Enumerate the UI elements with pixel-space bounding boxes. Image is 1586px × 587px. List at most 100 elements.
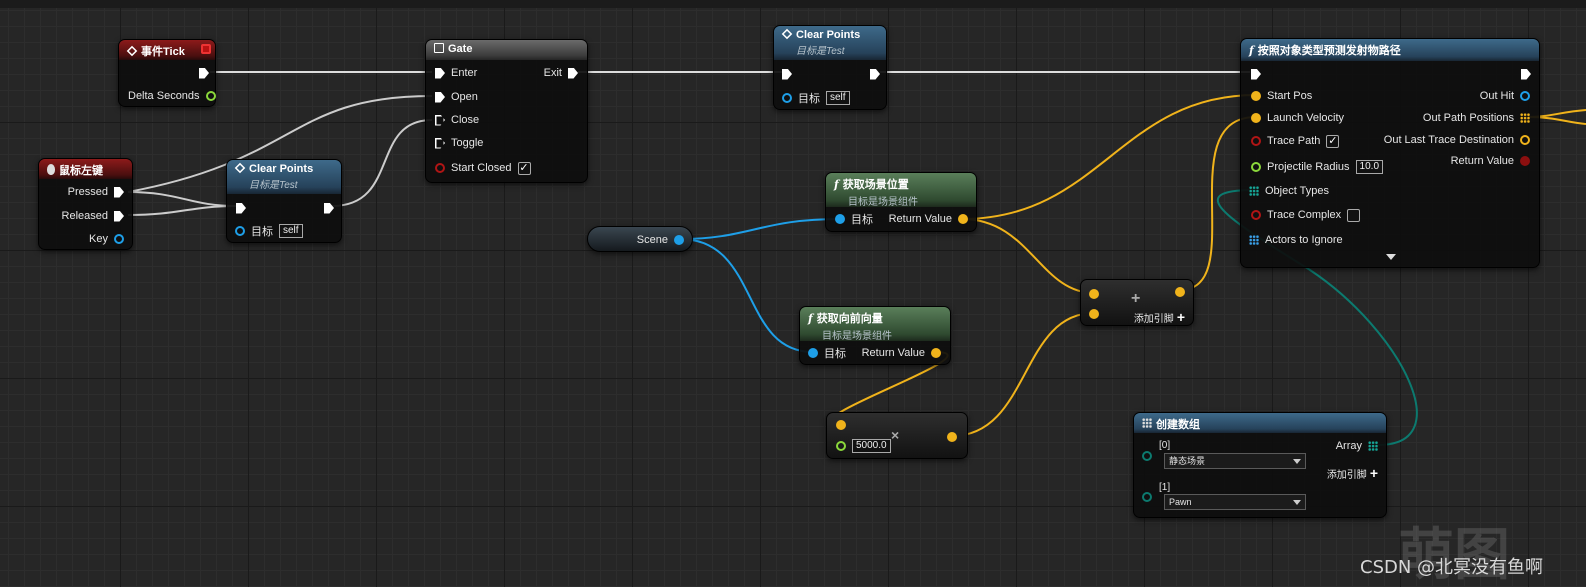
make-array-icon — [1142, 418, 1152, 428]
gate-header: Gate — [426, 40, 587, 60]
vector-pin-icon — [1251, 113, 1261, 123]
multiply-icon: × — [891, 427, 900, 443]
get-forward-vector-header: f 获取向前向量 目标是场景组件 — [800, 307, 950, 342]
exec-out-pin[interactable] — [870, 66, 880, 82]
vector-in-pin[interactable] — [836, 417, 846, 433]
exec-out-pin[interactable] — [199, 65, 209, 81]
exec-out-pin[interactable] — [324, 200, 334, 216]
float-pin-icon — [205, 91, 216, 101]
open-pin[interactable]: Open — [435, 89, 478, 105]
trace-path-pin[interactable]: Trace Path ✓ — [1251, 133, 1340, 149]
event-tick-header: 事件Tick — [119, 40, 215, 60]
vector-b-pin[interactable] — [1089, 306, 1099, 322]
plus-icon: + — [1369, 465, 1378, 481]
projectile-radius-pin[interactable]: Projectile Radius 10.0 — [1251, 159, 1384, 175]
gate-node[interactable]: Gate Enter Exit Open Close Toggle Start … — [425, 39, 588, 183]
out-path-positions-pin[interactable]: Out Path Positions — [1423, 110, 1530, 126]
start-closed-checkbox[interactable]: ✓ — [517, 161, 531, 175]
close-pin[interactable]: Close — [435, 112, 479, 128]
bool-pin-icon — [1251, 210, 1261, 220]
struct-pin-icon — [1520, 91, 1530, 101]
element-1-dropdown[interactable]: Pawn — [1164, 494, 1306, 510]
trace-complex-checkbox[interactable] — [1347, 208, 1361, 222]
exec-in-pin[interactable] — [782, 66, 792, 82]
array-output-pin[interactable]: Array — [1336, 438, 1378, 454]
clear-points-node-1[interactable]: Clear Points 目标是Test 目标 self — [226, 159, 342, 243]
object-pin-icon — [674, 235, 684, 245]
function-diamond-icon — [234, 162, 246, 174]
released-pin[interactable]: Released — [62, 208, 124, 224]
make-array-node[interactable]: 创建数组 [0] 静态场景 [1] Pawn Array 添加引脚 + — [1133, 412, 1387, 518]
target-pin[interactable]: 目标 — [808, 345, 846, 361]
object-type-pin-icon — [1142, 492, 1152, 502]
get-world-location-header: f 获取场景位置 目标是场景组件 — [826, 173, 976, 208]
enter-pin[interactable]: Enter — [435, 65, 477, 81]
out-hit-pin[interactable]: Out Hit — [1480, 88, 1530, 104]
key-pin[interactable]: Key — [89, 231, 124, 247]
watermark-text: CSDN @北冥没有鱼啊 — [1360, 557, 1544, 578]
event-tick-node[interactable]: 事件Tick Delta Seconds — [118, 39, 216, 107]
float-in-pin[interactable]: 5000.0 — [836, 438, 891, 454]
start-pos-pin[interactable]: Start Pos — [1251, 88, 1312, 104]
chevron-down-icon — [1293, 500, 1301, 505]
pressed-pin[interactable]: Pressed — [68, 184, 124, 200]
clear-points-header: Clear Points 目标是Test — [774, 26, 886, 60]
multiplier-field[interactable]: 5000.0 — [852, 439, 891, 453]
add-icon: + — [1131, 290, 1141, 307]
exec-in-pin[interactable] — [236, 200, 246, 216]
expand-advanced-icon[interactable] — [1386, 254, 1396, 260]
vector-pin-icon — [931, 348, 941, 358]
exec-in-pin[interactable] — [1251, 66, 1261, 82]
toggle-pin[interactable]: Toggle — [435, 135, 483, 151]
projectile-radius-field[interactable]: 10.0 — [1355, 160, 1384, 174]
scene-variable-node[interactable]: Scene — [587, 226, 693, 252]
mouse-icon — [47, 164, 55, 175]
node-title: 事件Tick — [141, 46, 185, 58]
element-0-pin[interactable] — [1142, 448, 1152, 464]
return-value-pin[interactable]: Return Value — [1451, 153, 1530, 169]
bool-pin-icon — [435, 163, 445, 173]
vector-out-pin[interactable] — [947, 429, 957, 445]
scene-output-pin[interactable]: Scene — [637, 232, 684, 248]
target-pin[interactable]: 目标 self — [782, 90, 850, 106]
start-closed-pin[interactable]: Start Closed ✓ — [435, 160, 531, 176]
object-pin-icon — [835, 214, 845, 224]
element-1-pin[interactable] — [1142, 489, 1152, 505]
bool-pin-icon — [1520, 156, 1530, 166]
vector-out-pin[interactable] — [1175, 284, 1185, 300]
trace-path-checkbox[interactable]: ✓ — [1326, 134, 1340, 148]
actors-to-ignore-pin[interactable]: Actors to Ignore — [1249, 232, 1343, 248]
add-pin-button[interactable]: 添加引脚 + — [1134, 309, 1185, 325]
delegate-pin-icon[interactable] — [201, 44, 211, 54]
target-pin[interactable]: 目标 — [835, 211, 873, 227]
add-node[interactable]: + 添加引脚 + — [1080, 279, 1194, 326]
exit-pin[interactable]: Exit — [544, 65, 578, 81]
exec-out-pin[interactable] — [1521, 66, 1531, 82]
target-self-field[interactable]: self — [279, 224, 303, 238]
mouse-left-node[interactable]: 鼠标左键 Pressed Released Key — [38, 158, 133, 250]
element-0-dropdown[interactable]: 静态场景 — [1164, 453, 1306, 469]
clear-points-node-2[interactable]: Clear Points 目标是Test 目标 self — [773, 25, 887, 110]
object-types-pin[interactable]: Object Types — [1249, 183, 1329, 199]
array-pin-icon — [1249, 235, 1259, 245]
predict-projectile-path-node[interactable]: f 按照对象类型预测发射物路径 Start Pos Launch Velocity… — [1240, 38, 1540, 268]
delta-seconds-pin[interactable]: Delta Seconds — [128, 88, 216, 104]
get-forward-vector-node[interactable]: f 获取向前向量 目标是场景组件 目标 Return Value — [799, 306, 951, 365]
trace-complex-pin[interactable]: Trace Complex — [1251, 207, 1361, 223]
add-pin-button[interactable]: 添加引脚 + — [1327, 465, 1378, 481]
vector-a-pin[interactable] — [1089, 286, 1099, 302]
target-pin[interactable]: 目标 self — [235, 223, 303, 239]
make-array-header: 创建数组 — [1134, 413, 1386, 433]
return-value-pin[interactable]: Return Value — [889, 211, 968, 227]
get-world-location-node[interactable]: f 获取场景位置 目标是场景组件 目标 Return Value — [825, 172, 977, 232]
mouse-left-header: 鼠标左键 — [39, 159, 132, 179]
array-pin-icon — [1249, 186, 1259, 196]
multiply-node[interactable]: × 5000.0 — [826, 412, 968, 459]
out-last-trace-destination-pin[interactable]: Out Last Trace Destination — [1384, 132, 1530, 148]
predict-path-header: f 按照对象类型预测发射物路径 — [1241, 39, 1539, 61]
vector-pin-icon — [1089, 309, 1099, 319]
launch-velocity-pin[interactable]: Launch Velocity — [1251, 110, 1344, 126]
return-value-pin[interactable]: Return Value — [862, 345, 941, 361]
target-self-field[interactable]: self — [826, 91, 850, 105]
clear-points-header: Clear Points 目标是Test — [227, 160, 341, 194]
